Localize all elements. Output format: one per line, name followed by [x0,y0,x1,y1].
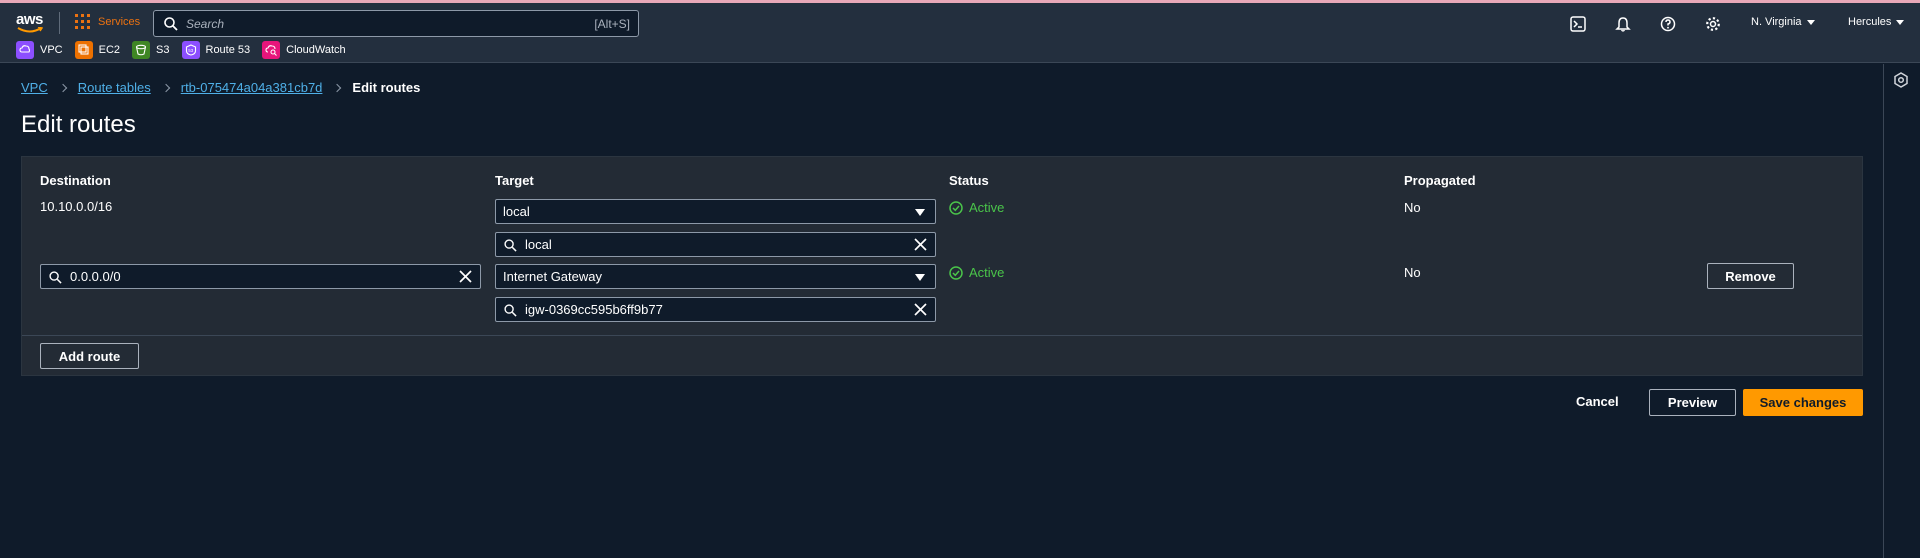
chevron-right-icon [333,83,342,92]
ec2-service-icon [74,41,93,59]
target-value-field[interactable] [495,297,936,322]
top-navigation-bar: aws Services [Alt+S] N [0,3,1920,63]
breadcrumb-vpc[interactable]: VPC [21,80,48,95]
right-side-panel-rail [1883,64,1920,558]
status-text: Active [969,265,1005,280]
target-type-value: local [503,204,530,219]
chevron-down-icon [1806,19,1815,25]
route-propagated: No [1404,265,1421,280]
page-title: Edit routes [21,111,136,138]
target-type-select[interactable]: Internet Gateway [495,264,936,289]
aws-logo[interactable]: aws [16,11,46,35]
services-menu-button[interactable]: Services [75,14,140,29]
status-success-icon [949,200,963,215]
column-header-destination: Destination [40,173,111,188]
side-panel-toggle-icon[interactable] [1893,72,1909,88]
aws-logo-text: aws [16,11,43,28]
vpc-service-icon [16,41,34,59]
favorite-cloudwatch[interactable]: CloudWatch [262,41,346,59]
clear-icon[interactable] [914,303,927,316]
route-propagated: No [1404,200,1421,215]
clear-icon[interactable] [459,270,472,283]
preview-button[interactable]: Preview [1649,389,1736,416]
search-input[interactable] [154,16,595,31]
route-status: Active [949,200,1004,215]
search-shortcut-hint: [Alt+S] [594,16,630,31]
status-text: Active [969,200,1005,215]
favorite-label: EC2 [98,44,121,56]
routes-editor-panel: Destination Target Status Propagated 10.… [21,156,1863,376]
services-label: Services [98,15,141,28]
favorite-label: VPC [40,44,63,56]
notifications-bell-icon[interactable] [1615,16,1631,32]
svg-text:53: 53 [188,48,194,53]
search-icon [504,304,517,317]
column-header-target: Target [495,173,534,188]
aws-smile-icon [17,27,43,33]
chevron-down-icon [1896,19,1905,25]
search-icon [49,271,62,284]
favorite-label: S3 [156,44,170,56]
favorite-route53[interactable]: 53 Route 53 [181,41,251,59]
cancel-button[interactable]: Cancel [1576,394,1619,409]
column-header-propagated: Propagated [1404,173,1476,188]
favorite-label: CloudWatch [286,44,346,56]
dropdown-arrow-icon [915,209,925,216]
help-icon[interactable] [1660,16,1676,32]
save-changes-button[interactable]: Save changes [1743,389,1863,416]
breadcrumb-current: Edit routes [352,80,421,95]
status-success-icon [949,265,963,280]
search-icon [504,239,517,252]
region-label: N. Virginia [1751,16,1802,28]
region-selector[interactable]: N. Virginia [1751,16,1815,28]
route53-service-icon: 53 [181,41,200,59]
target-type-value: Internet Gateway [503,269,602,284]
cloudwatch-service-icon [262,41,281,59]
search-icon [164,17,178,31]
nav-divider [59,12,60,34]
clear-icon[interactable] [914,238,927,251]
column-header-status: Status [949,173,989,188]
account-menu[interactable]: Hercules [1848,16,1905,28]
breadcrumb: VPC Route tables rtb-075474a04a381cb7d E… [21,80,420,95]
chevron-right-icon [58,83,67,92]
s3-service-icon [132,41,151,59]
panel-divider [22,335,1862,336]
target-value-field[interactable] [495,232,936,257]
remove-route-button[interactable]: Remove [1707,263,1794,289]
favorite-label: Route 53 [205,44,251,56]
services-grid-icon [75,14,90,29]
favorite-s3[interactable]: S3 [132,41,170,59]
route-status: Active [949,265,1004,280]
dropdown-arrow-icon [915,274,925,281]
target-value-input[interactable] [496,237,935,252]
route-destination-readonly: 10.10.0.0/16 [40,199,113,214]
settings-gear-icon[interactable] [1705,16,1721,32]
target-value-input[interactable] [496,302,935,317]
cloudshell-icon[interactable] [1570,16,1586,32]
favorite-vpc[interactable]: VPC [16,41,63,59]
target-type-select[interactable]: local [495,199,936,224]
destination-input[interactable] [41,269,480,284]
global-search[interactable]: [Alt+S] [153,10,639,37]
favorites-bar: VPC EC2 S3 53 Route 53 CloudWatch [16,41,346,59]
chevron-right-icon [161,83,170,92]
breadcrumb-route-table-id[interactable]: rtb-075474a04a381cb7d [181,80,323,95]
add-route-button[interactable]: Add route [40,343,139,369]
favorite-ec2[interactable]: EC2 [74,41,121,59]
destination-field[interactable] [40,264,481,289]
user-name: Hercules [1848,16,1892,28]
breadcrumb-route-tables[interactable]: Route tables [78,80,151,95]
